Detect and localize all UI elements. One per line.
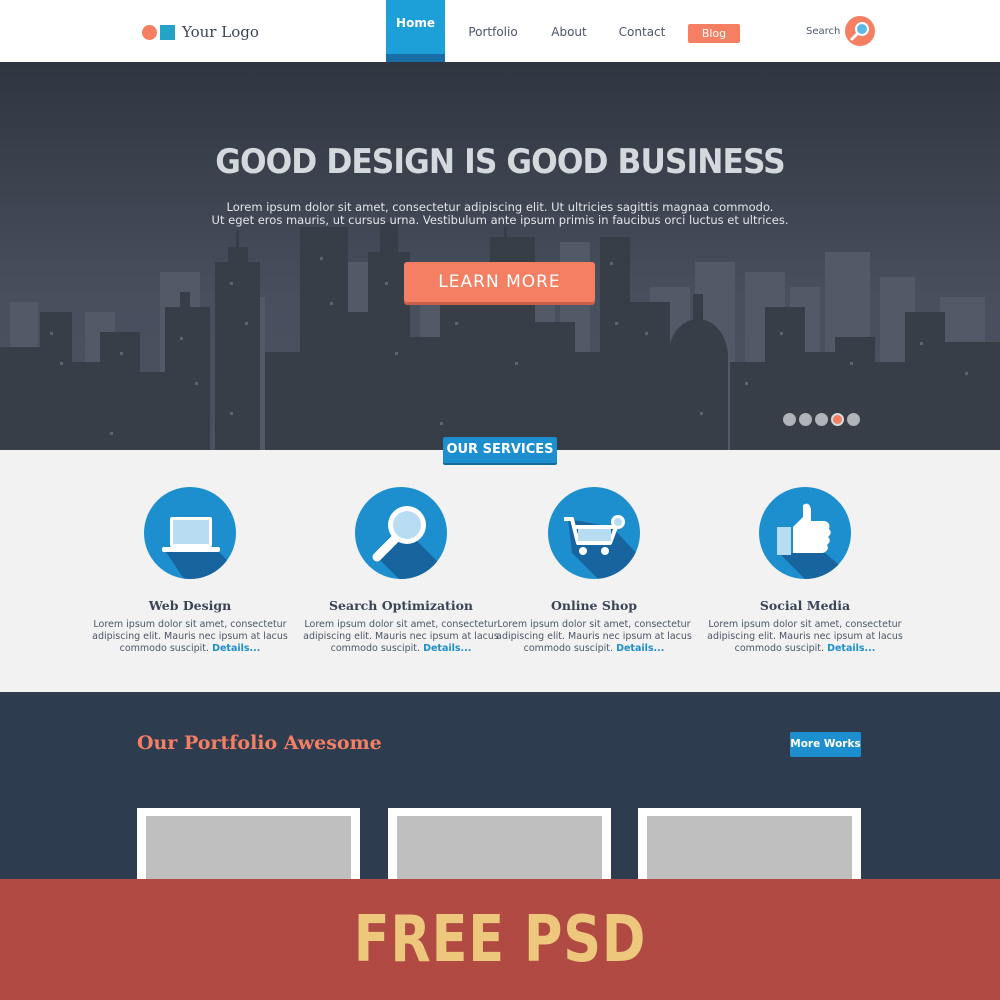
- slider-dot[interactable]: [799, 413, 812, 426]
- portfolio-section: Our Portfolio Awesome More Works: [0, 692, 1000, 888]
- service-text: Lorem ipsum dolor sit amet, consectetur …: [496, 619, 692, 654]
- nav-home-label: Home: [396, 16, 435, 30]
- search-icon: [850, 22, 869, 41]
- service-icon-circle: [548, 487, 640, 579]
- logo-circle-mark: [142, 24, 157, 40]
- nav-about[interactable]: About: [546, 0, 592, 62]
- free-psd-banner: FREE PSD: [0, 879, 1000, 1000]
- portfolio-card[interactable]: [638, 808, 861, 888]
- nav-contact[interactable]: Contact: [614, 0, 670, 62]
- site-header: Your Logo Home Portfolio About Contact B…: [0, 0, 1000, 62]
- slider-dot-active[interactable]: [831, 413, 844, 426]
- portfolio-card[interactable]: [388, 808, 611, 888]
- search-button[interactable]: [845, 16, 875, 46]
- service-text: Lorem ipsum dolor sit amet, consectetur …: [303, 619, 499, 654]
- portfolio-thumbnail: [397, 816, 602, 888]
- more-works-button[interactable]: More Works: [790, 732, 861, 757]
- hero-section: GOOD DESIGN IS GOOD BUSINESS Lorem ipsum…: [0, 62, 1000, 450]
- hero-description: Lorem ipsum dolor sit amet, consectetur …: [0, 201, 1000, 227]
- logo-square-mark: [160, 24, 175, 40]
- details-link[interactable]: Details...: [616, 643, 664, 654]
- logo[interactable]: Your Logo: [142, 22, 259, 42]
- service-title: Online Shop: [550, 598, 638, 613]
- hero-title: GOOD DESIGN IS GOOD BUSINESS: [215, 142, 786, 182]
- nav-home[interactable]: Home: [386, 0, 445, 62]
- nav-blog-button[interactable]: Blog: [688, 24, 740, 43]
- hero-text-line-2: Ut eget eros mauris, ut cursus urna. Ves…: [211, 213, 789, 227]
- laptop-icon: [162, 517, 236, 579]
- logo-text: Your Logo: [182, 23, 259, 41]
- slider-dots: [783, 413, 863, 426]
- learn-more-button[interactable]: LEARN MORE: [404, 262, 595, 302]
- banner-text: FREE PSD: [353, 903, 647, 977]
- nav-portfolio[interactable]: Portfolio: [462, 0, 524, 62]
- slider-dot[interactable]: [815, 413, 828, 426]
- portfolio-card[interactable]: [137, 808, 360, 888]
- service-title: Social Media: [759, 598, 851, 613]
- slider-dot[interactable]: [847, 413, 860, 426]
- search-label: Search: [806, 26, 841, 37]
- thumbs-up-icon: [777, 503, 851, 579]
- service-text: Lorem ipsum dolor sit amet, consectetur …: [707, 619, 903, 654]
- portfolio-title: Our Portfolio Awesome: [137, 732, 382, 754]
- portfolio-thumbnail: [647, 816, 852, 888]
- service-title: Search Optimization: [329, 598, 473, 613]
- service-text: Lorem ipsum dolor sit amet, consectetur …: [92, 619, 288, 654]
- details-link[interactable]: Details...: [827, 643, 875, 654]
- details-link[interactable]: Details...: [423, 643, 471, 654]
- magnifier-icon: [372, 506, 447, 579]
- our-services-tag: OUR SERVICES: [443, 437, 557, 463]
- shopping-cart-icon: [564, 515, 640, 579]
- details-link[interactable]: Details...: [212, 643, 260, 654]
- service-icon-circle: [144, 487, 236, 579]
- service-icon-circle: [355, 487, 447, 579]
- city-skyline-illustration: [0, 222, 1000, 450]
- nav-home-indicator: [386, 54, 445, 62]
- slider-dot[interactable]: [783, 413, 796, 426]
- service-title: Web Design: [148, 598, 232, 613]
- service-icon-circle: [759, 487, 851, 579]
- portfolio-thumbnail: [146, 816, 351, 888]
